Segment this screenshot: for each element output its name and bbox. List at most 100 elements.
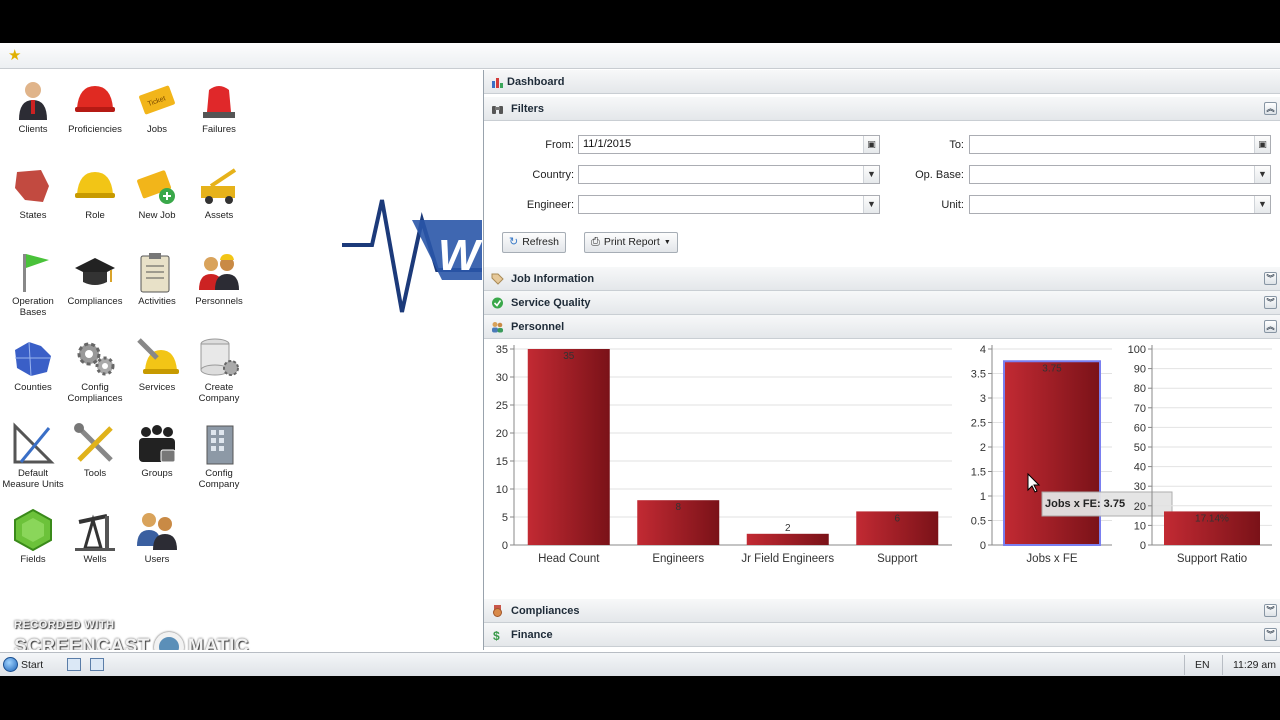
calendar-icon[interactable]: ▣ bbox=[863, 136, 879, 153]
chevron-down-icon[interactable]: ▼ bbox=[863, 166, 879, 183]
desktop-icon-label: Fields bbox=[20, 554, 46, 565]
window-icon[interactable] bbox=[67, 658, 81, 671]
desktop-icon[interactable]: Create Company bbox=[188, 336, 250, 404]
desktop-icon[interactable]: Activities bbox=[126, 250, 188, 307]
filters-panel-header[interactable]: Filters ︽ bbox=[484, 97, 1280, 121]
chevron-down-icon[interactable]: ▼ bbox=[1254, 166, 1270, 183]
opbase-select[interactable]: ▼ bbox=[969, 165, 1271, 184]
bar-value-label: 8 bbox=[675, 502, 681, 513]
service-quality-panel-header[interactable]: Service Quality ︾ bbox=[484, 291, 1280, 315]
desktop-icon-label: Tools bbox=[83, 468, 107, 479]
chevron-down-icon[interactable]: ▼ bbox=[863, 196, 879, 213]
language-indicator[interactable]: EN bbox=[1184, 655, 1210, 675]
desktop-icon[interactable]: Config Company bbox=[188, 422, 250, 490]
desktop-icon[interactable]: Assets bbox=[188, 164, 250, 221]
desktop-icon[interactable]: Compliances bbox=[64, 250, 126, 307]
category-label: Engineers bbox=[652, 553, 704, 565]
desktop-icon[interactable]: States bbox=[2, 164, 64, 221]
crane-truck-icon bbox=[201, 168, 237, 204]
screencast-watermark: RECORDED WITH SCREENCAST MATIC bbox=[14, 619, 249, 650]
ticket-add-icon bbox=[137, 170, 175, 204]
collapse-filters-icon[interactable]: ︽ bbox=[1264, 102, 1277, 115]
desktop-icon[interactable]: Clients bbox=[2, 78, 64, 135]
y-tick-label: 30 bbox=[496, 372, 508, 384]
cascade-windows-icon[interactable] bbox=[90, 658, 104, 671]
desktop-icon-label: Config Compliances bbox=[67, 382, 123, 404]
desktop-icon[interactable]: Config Compliances bbox=[64, 336, 126, 404]
collapse-personnel-icon[interactable]: ︽ bbox=[1264, 320, 1277, 333]
start-button[interactable]: Start bbox=[3, 657, 43, 672]
finance-panel-header[interactable]: $ Finance ︾ bbox=[484, 623, 1280, 647]
refresh-button[interactable]: ↻ Refresh bbox=[502, 232, 566, 253]
desktop-icon[interactable]: Failures bbox=[188, 78, 250, 135]
desktop-icon-label: Groups bbox=[141, 468, 173, 479]
desktop-icon[interactable]: Personnels bbox=[188, 250, 250, 307]
compliances-panel-header[interactable]: Compliances ︾ bbox=[484, 599, 1280, 623]
desktop-icon[interactable]: Operation Bases bbox=[2, 250, 64, 318]
country-select[interactable]: ▼ bbox=[578, 165, 880, 184]
y-tick-label: 20 bbox=[1134, 501, 1146, 513]
expand-service-quality-icon[interactable]: ︾ bbox=[1264, 296, 1277, 309]
print-report-label: Print Report bbox=[603, 236, 660, 248]
desktop-icon-label: Wells bbox=[83, 554, 107, 565]
yellow-hardhat-icon bbox=[75, 172, 115, 198]
bar-chart-icon bbox=[492, 78, 503, 88]
favorites-star-icon[interactable]: ★ bbox=[8, 48, 21, 64]
county-map-icon bbox=[15, 341, 51, 377]
clock: 11:29 am bbox=[1222, 655, 1276, 675]
desktop-icon[interactable]: Services bbox=[126, 336, 188, 393]
from-label: From: bbox=[545, 139, 574, 151]
expand-compliances-icon[interactable]: ︾ bbox=[1264, 604, 1277, 617]
bar-value-label: 6 bbox=[894, 513, 900, 524]
dashboard-window: Dashboard Filters ︽ From: 11/1/2015 ▣ To… bbox=[483, 70, 1280, 650]
engineer-select[interactable]: ▼ bbox=[578, 195, 880, 214]
desktop-icon[interactable]: New Job bbox=[126, 164, 188, 221]
desktop-icon-label: Config Company bbox=[198, 468, 240, 490]
graduation-cap-icon bbox=[75, 258, 115, 285]
from-date-field[interactable]: 11/1/2015 ▣ bbox=[578, 135, 880, 154]
desktop-icon[interactable]: Default Measure Units bbox=[2, 422, 64, 490]
desktop-icon-label: Failures bbox=[202, 124, 236, 135]
to-date-field[interactable]: ▣ bbox=[969, 135, 1271, 154]
chart-bar bbox=[527, 349, 610, 545]
screencast-logo-icon bbox=[153, 632, 184, 650]
chevron-down-icon[interactable]: ▼ bbox=[1254, 196, 1270, 213]
desktop-icon-label: Operation Bases bbox=[12, 296, 54, 318]
y-tick-label: 4 bbox=[980, 344, 986, 356]
y-tick-label: 80 bbox=[1134, 383, 1146, 395]
hardhat-wrench-icon bbox=[137, 338, 179, 374]
refresh-label: Refresh bbox=[522, 236, 559, 248]
tools-icon bbox=[74, 423, 113, 462]
desktop-icon[interactable]: Users bbox=[126, 508, 188, 565]
y-tick-label: 90 bbox=[1134, 364, 1146, 376]
desktop-icon[interactable]: Role bbox=[64, 164, 126, 221]
unit-select[interactable]: ▼ bbox=[969, 195, 1271, 214]
desktop-icon[interactable]: Ticket Jobs bbox=[126, 78, 188, 135]
engineer-label: Engineer: bbox=[526, 199, 574, 211]
y-tick-label: 1.5 bbox=[971, 467, 986, 479]
category-label: Support Ratio bbox=[1177, 553, 1247, 565]
desktop-icon[interactable]: Wells bbox=[64, 508, 126, 565]
desktop-icon[interactable]: Proficiencies bbox=[64, 78, 126, 135]
desktop-icon[interactable]: Fields bbox=[2, 508, 64, 565]
start-orb-icon bbox=[3, 657, 18, 672]
desktop-icon[interactable]: Counties bbox=[2, 336, 64, 393]
job-information-panel-header[interactable]: Job Information ︾ bbox=[484, 267, 1280, 291]
red-hardhat-icon bbox=[75, 86, 115, 112]
company-logo: W bbox=[342, 199, 482, 313]
personnel-panel-header[interactable]: Personnel ︽ bbox=[484, 315, 1280, 339]
users-icon bbox=[137, 513, 177, 550]
expand-job-information-icon[interactable]: ︾ bbox=[1264, 272, 1277, 285]
calendar-icon[interactable]: ▣ bbox=[1254, 136, 1270, 153]
desktop-icon[interactable]: Tools bbox=[64, 422, 126, 479]
expand-finance-icon[interactable]: ︾ bbox=[1264, 628, 1277, 641]
category-label: Support bbox=[877, 553, 918, 565]
category-label: Jr Field Engineers bbox=[741, 553, 834, 565]
desktop-icon[interactable]: Groups bbox=[126, 422, 188, 479]
y-tick-label: 25 bbox=[496, 400, 508, 412]
personnel-title: Personnel bbox=[511, 321, 565, 333]
y-tick-label: 40 bbox=[1134, 462, 1146, 474]
chart-bar bbox=[1003, 360, 1101, 546]
print-report-button[interactable]: ⎙ Print Report ▼ bbox=[584, 232, 678, 253]
building-icon bbox=[206, 425, 234, 465]
